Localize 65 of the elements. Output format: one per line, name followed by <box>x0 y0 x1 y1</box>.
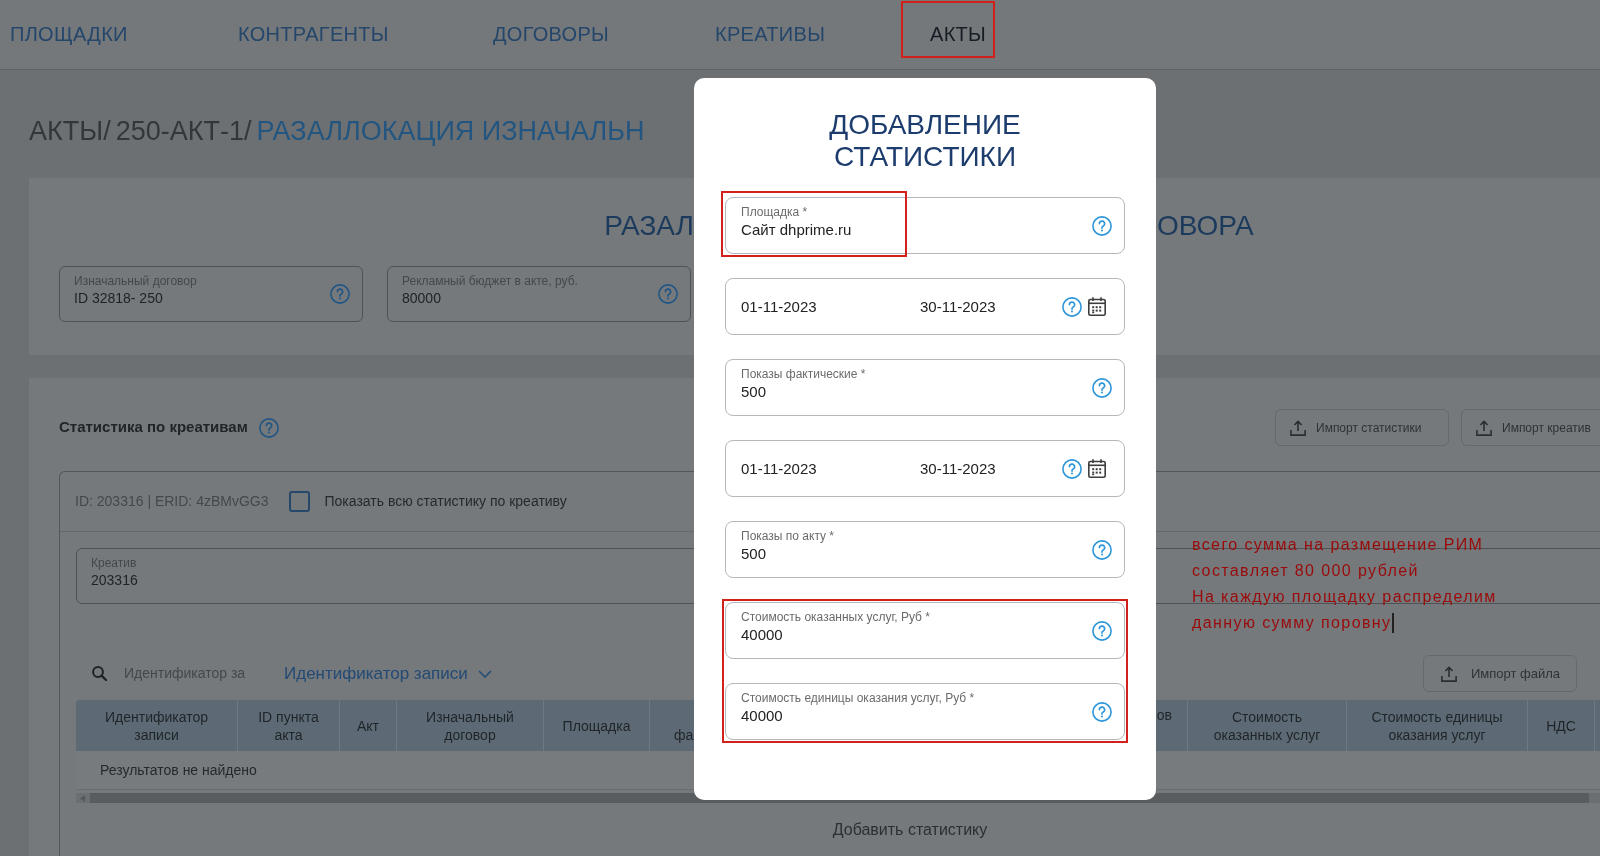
upload-icon <box>1440 665 1457 682</box>
nav-tab[interactable]: КОНТРАГЕНТЫ <box>238 21 389 46</box>
annotation-text: составляет 80 000 рублей <box>1192 561 1419 581</box>
chevron-down-icon <box>477 669 492 678</box>
help-icon[interactable] <box>1092 539 1112 560</box>
field-value: 40000 <box>741 706 783 725</box>
help-icon[interactable] <box>258 417 279 438</box>
date-range-field[interactable]: 01-11-2023 30-11-2023 <box>725 440 1125 497</box>
help-icon[interactable] <box>1092 377 1112 398</box>
calendar-icon[interactable] <box>1088 459 1106 478</box>
field-label: Стоимость оказанных услуг, Руб * <box>741 610 930 625</box>
field-value: ID 32818- 250 <box>74 289 163 308</box>
help-icon[interactable] <box>1062 296 1082 317</box>
section-heading: Статистика по креативам <box>59 417 248 438</box>
text-field[interactable]: Показы фактические * 500 <box>725 359 1125 416</box>
search-column-dropdown[interactable]: Идентификатор записи <box>284 660 492 687</box>
field-value: 40000 <box>741 625 783 644</box>
breadcrumb-current: РАЗАЛЛОКАЦИЯ ИЗНАЧАЛЬН <box>256 115 645 148</box>
search-icon <box>92 666 107 681</box>
help-icon[interactable] <box>1092 701 1112 722</box>
section-title: ОВОРА <box>1157 209 1254 243</box>
import-file-button[interactable]: Импорт файла <box>1422 655 1577 692</box>
annotation-text: данную сумму поровну <box>1192 613 1392 633</box>
checkbox[interactable] <box>288 491 310 512</box>
text-field[interactable]: Показы по акту * 500 <box>725 521 1125 578</box>
text-field[interactable]: Стоимость единицы оказания услуг, Руб * 40000 <box>725 683 1125 740</box>
field-value: 80000 <box>402 289 441 308</box>
nav-tab[interactable]: ПЛОЩАДКИ <box>10 21 128 46</box>
field-label: Показы фактические * <box>741 367 866 382</box>
field-value: 500 <box>741 544 767 563</box>
section-title: РАЗАЛ <box>604 209 694 243</box>
help-icon[interactable] <box>1062 458 1082 479</box>
field-label: Площадка * <box>741 205 808 220</box>
annotation-text: всего сумма на размещение РИМ <box>1192 535 1484 555</box>
modal-title: ДОБАВЛЕНИЕ СТАТИСТИКИ <box>828 109 1022 173</box>
add-statistics-button[interactable]: Добавить статистику <box>832 820 988 840</box>
empty-table-message: Результатов не найдено <box>100 760 257 780</box>
help-icon[interactable] <box>1092 215 1112 236</box>
date-range-field[interactable]: 01-11-2023 30-11-2023 <box>725 278 1125 335</box>
field-value: 500 <box>741 382 767 401</box>
nav-tab[interactable]: ДОГОВОРЫ <box>493 21 610 46</box>
date-value: 30-11-2023 <box>920 459 996 477</box>
date-value: 30-11-2023 <box>920 297 996 315</box>
field-value: 203316 <box>91 571 138 590</box>
import-button[interactable]: Импорт креатив <box>1461 409 1600 446</box>
upload-icon <box>1476 419 1492 436</box>
field-value: Сайт dhprime.ru <box>741 220 852 239</box>
help-icon[interactable] <box>658 284 678 304</box>
upload-icon <box>1290 419 1306 436</box>
field-label: Стоимость единицы оказания услуг, Руб * <box>741 691 975 706</box>
nav-tab[interactable]: АКТЫ <box>930 21 987 46</box>
date-value: 01-11-2023 <box>741 297 817 315</box>
calendar-icon[interactable] <box>1088 297 1106 316</box>
import-button[interactable]: Импорт статистики <box>1275 409 1449 446</box>
breadcrumb-link[interactable]: АКТЫ/ <box>29 114 111 148</box>
column-header: фа <box>673 726 694 745</box>
checkbox-label: Показать всю статистику по креативу <box>324 492 567 511</box>
help-icon[interactable] <box>1092 620 1112 641</box>
nav-tab[interactable]: КРЕАТИВЫ <box>715 21 826 46</box>
text-field[interactable]: Стоимость оказанных услуг, Руб * 40000 <box>725 602 1125 659</box>
breadcrumb-link[interactable]: 250-АКТ-1/ <box>115 114 252 148</box>
help-icon[interactable] <box>330 284 350 304</box>
text-field[interactable]: Площадка * Сайт dhprime.ru <box>725 197 1125 254</box>
field-label: Показы по акту * <box>741 529 834 544</box>
date-value: 01-11-2023 <box>741 459 817 477</box>
